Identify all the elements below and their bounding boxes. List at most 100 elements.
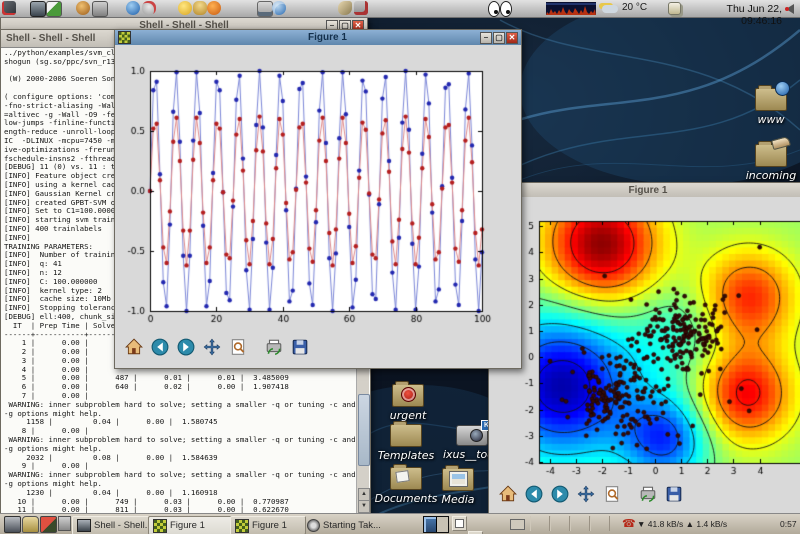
bird-launcher-icon[interactable] (338, 1, 352, 15)
taskbar-button-label: Figure 1 (170, 520, 205, 531)
close-button[interactable]: ✕ (506, 32, 518, 44)
terminal-icon (77, 519, 91, 532)
figure-icon (235, 519, 249, 533)
back-icon[interactable] (525, 485, 543, 503)
network-speed: ▼ 41.8 kB/s ▲ 1.4 kB/s (637, 516, 727, 532)
globe-badge-icon (775, 81, 790, 96)
weather-temperature: 20 °C (622, 2, 647, 13)
mouse-launcher-icon[interactable] (142, 1, 156, 15)
maximize-button[interactable]: ▢ (493, 32, 505, 44)
display-launcher-icon[interactable] (30, 1, 46, 17)
desktop-icon-www[interactable]: www (738, 88, 800, 126)
phone-tray-icon[interactable]: ☎ (622, 516, 636, 532)
figure1-toolbar (121, 338, 313, 356)
taskbar-button-figure2[interactable]: Figure 1 (230, 516, 306, 534)
red-arrow-icon[interactable] (40, 516, 57, 533)
taskbar-button-label: Shell - Shell... (94, 520, 153, 531)
panel-clock[interactable]: Thu Jun 22, 09:46:16 (688, 3, 782, 27)
compass-launcher-icon[interactable] (76, 1, 90, 15)
editor-launcher-icon[interactable] (46, 1, 62, 17)
desktop-icon-label: Templates (370, 449, 442, 462)
forward-icon[interactable] (551, 485, 569, 503)
zoom-icon[interactable] (229, 338, 247, 356)
timer-value: 0:57 (780, 516, 797, 532)
figure2-toolbar (495, 485, 687, 503)
eyes-applet-icon (488, 1, 500, 17)
top-panel: 20 °C Thu Jun 22, 09:46:16 (0, 0, 800, 18)
save-icon[interactable] (291, 338, 309, 356)
window-title: Figure 1 (489, 185, 800, 196)
net-down-value: 41.8 kB/s (648, 519, 683, 529)
pager-desktop-2[interactable] (437, 517, 449, 532)
pan-icon[interactable] (577, 485, 595, 503)
taskbar-button-figure1[interactable]: Figure 1 (148, 516, 234, 534)
contacts-launcher-icon[interactable] (193, 1, 207, 15)
taskbar-button-starting[interactable]: Starting Tak... (302, 516, 394, 534)
show-desktop-icon[interactable] (257, 1, 273, 17)
lock-icon[interactable] (22, 516, 39, 533)
back-icon[interactable] (151, 338, 169, 356)
download-icon: ▼ (637, 519, 645, 529)
mini-window-outline[interactable] (510, 519, 525, 530)
taskbar-terminal-icon[interactable] (4, 516, 21, 533)
desktop-pager[interactable] (423, 516, 449, 533)
paper-badge-icon (395, 470, 409, 483)
folder-icon (755, 144, 787, 167)
globe-launcher-icon[interactable] (126, 1, 140, 15)
forward-icon[interactable] (177, 338, 195, 356)
folder-icon (390, 424, 422, 447)
save-icon[interactable] (665, 485, 683, 503)
pan-icon[interactable] (203, 338, 221, 356)
net-up-value: 1.4 kB/s (696, 519, 727, 529)
window-title: Shell - Shell - Shell (1, 33, 95, 44)
system-monitor-applet (546, 2, 596, 15)
desktop-icon-label: urgent (378, 409, 438, 422)
empty-slot (530, 516, 550, 531)
minimize-button[interactable]: – (480, 32, 492, 44)
desktop-icon-label: Media (430, 493, 486, 506)
pager-desktop-1[interactable] (424, 517, 437, 532)
eyes-applet-icon (500, 1, 512, 17)
desktop: www incoming urgent Templates K ixus__to… (0, 0, 800, 534)
subplots-icon[interactable] (639, 485, 657, 503)
sine-plot-canvas[interactable] (115, 45, 519, 330)
desktop-icon-media[interactable]: Media (430, 468, 486, 506)
figure1-titlebar[interactable]: Figure 1 (115, 30, 521, 45)
folder-icon (390, 467, 422, 490)
subplots-icon[interactable] (265, 338, 283, 356)
clock-badge-icon (401, 387, 416, 402)
desktop-icon-incoming[interactable]: incoming (736, 144, 800, 182)
gear-icon (307, 519, 320, 532)
k-menu-icon[interactable] (2, 1, 16, 15)
figure-icon (153, 519, 167, 533)
home-icon[interactable] (499, 485, 517, 503)
upload-icon: ▲ (686, 519, 694, 529)
desktop-icon-templates[interactable]: Templates (370, 424, 442, 462)
home-icon[interactable] (125, 338, 143, 356)
zoom-icon[interactable] (603, 485, 621, 503)
camera-icon: K (456, 425, 488, 446)
desktop-icon-label: www (738, 113, 800, 126)
scrollbar-thumb[interactable] (358, 394, 370, 466)
window-list-icon[interactable] (668, 2, 681, 15)
taskbar-button-label: Figure 1 (252, 520, 287, 531)
desktop-icon-urgent[interactable]: urgent (378, 384, 438, 422)
volume-icon[interactable] (786, 4, 794, 14)
browser-launcher-icon[interactable] (207, 1, 221, 15)
small-app-icon[interactable] (58, 516, 71, 531)
contour-plot-canvas[interactable] (489, 197, 800, 482)
window-title: Figure 1 (134, 32, 521, 43)
folder-icon (392, 384, 424, 407)
taskbar-button-shell[interactable]: Shell - Shell... (72, 516, 154, 534)
figure2-window[interactable]: Figure 1 (488, 182, 800, 514)
figure1-window[interactable]: Figure 1 – ▢ ✕ (114, 29, 522, 369)
grab-launcher-icon[interactable] (354, 1, 368, 15)
figure2-titlebar[interactable]: Figure 1 (489, 183, 800, 197)
scroll-down-arrow[interactable]: ▼ (358, 500, 370, 513)
empty-slot (590, 516, 610, 531)
messenger-launcher-icon[interactable] (178, 1, 192, 15)
book-launcher-icon[interactable] (92, 1, 108, 17)
window-thumb-button[interactable] (452, 516, 467, 531)
figure-app-icon (118, 31, 131, 44)
konqueror-launcher-icon[interactable] (272, 1, 286, 15)
